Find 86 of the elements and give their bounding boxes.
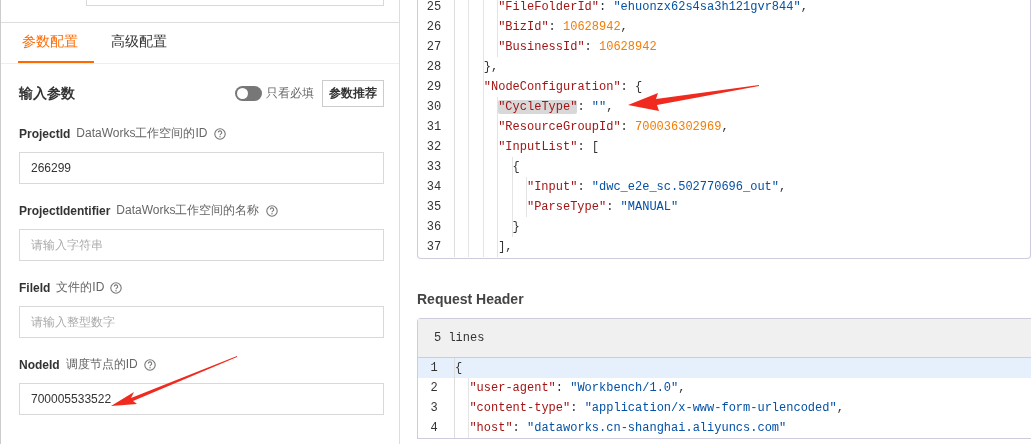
- code-punctuation: :: [599, 0, 608, 14]
- help-icon[interactable]: [265, 204, 278, 217]
- section-title: 输入参数: [19, 84, 75, 103]
- line-number: 28: [425, 60, 443, 74]
- highlighted-code-key: "CycleType": [498, 100, 578, 114]
- code-punctuation: }: [512, 220, 520, 234]
- line-number: 2: [429, 381, 439, 395]
- toggle-switch[interactable]: [235, 86, 262, 101]
- line-number: 31: [425, 120, 443, 134]
- code-punctuation: :: [620, 120, 629, 134]
- code-number: 10628942: [563, 20, 621, 34]
- code-punctuation: },: [483, 60, 499, 74]
- code-number: 700036302969: [635, 120, 722, 134]
- code-string: "": [591, 100, 607, 114]
- code-string: "dataworks.cn-shanghai.aliyuncs.com": [527, 421, 787, 435]
- code-punctuation: ,: [800, 0, 808, 14]
- code-key: "BizId": [498, 20, 549, 34]
- code-string: "ehuonzx62s4sa3h121gvr844": [613, 0, 801, 14]
- code-punctuation: ,: [620, 20, 628, 34]
- line-number: 33: [425, 160, 443, 174]
- code-key: "FileFolderId": [498, 0, 599, 14]
- code-punctuation: ,: [836, 401, 844, 415]
- code-punctuation: : [: [577, 140, 599, 154]
- code-key: "ResourceGroupId": [498, 120, 621, 134]
- code-string: "dwc_e2e_sc.502770696_out": [591, 180, 779, 194]
- code-key: "user-agent": [469, 381, 556, 395]
- code-punctuation: ,: [606, 100, 614, 114]
- code-key: "BusinessId": [498, 40, 585, 54]
- recommend-button[interactable]: 参数推荐: [322, 80, 384, 107]
- code-punctuation: {: [455, 361, 463, 375]
- code-punctuation: ,: [678, 381, 686, 395]
- line-number: 32: [425, 140, 443, 154]
- section-title: Request Header: [417, 291, 525, 307]
- param-name: ProjectId: [19, 126, 71, 141]
- line-number: 36: [425, 220, 443, 234]
- code-punctuation: :: [555, 381, 564, 395]
- code-punctuation: :: [570, 401, 579, 415]
- code-punctuation: :: [577, 180, 586, 194]
- code-key: "Input": [526, 180, 578, 194]
- code-punctuation: :: [606, 200, 615, 214]
- code-punctuation: :: [577, 100, 586, 114]
- code-string: "application/x-www-form-urlencoded": [584, 401, 837, 415]
- code-punctuation: : {: [620, 80, 643, 94]
- code-key: "content-type": [469, 401, 571, 415]
- param-description: 调度节点的ID: [65, 356, 138, 373]
- code-punctuation: ],: [498, 240, 513, 254]
- line-number: 30: [425, 100, 443, 114]
- code-punctuation: :: [512, 421, 521, 435]
- param-name: FileId: [19, 280, 51, 295]
- help-icon[interactable]: [213, 127, 226, 140]
- code-key: "host": [469, 421, 513, 435]
- code-punctuation: ,: [779, 180, 787, 194]
- input-field[interactable]: 请输入整型数字: [19, 306, 384, 338]
- param-description: DataWorks工作空间的名称: [116, 202, 260, 219]
- line-number: 34: [425, 180, 443, 194]
- param-description: 文件的ID: [56, 279, 105, 296]
- code-key: "NodeConfiguration": [483, 80, 621, 94]
- param-name: ProjectIdentifier: [19, 203, 111, 218]
- line-number: 25: [425, 0, 443, 14]
- help-icon[interactable]: [110, 281, 123, 294]
- param-description: DataWorks工作空间的ID: [76, 125, 208, 142]
- code-string: "Workbench/1.0": [570, 381, 679, 395]
- line-count: 5 lines: [434, 331, 485, 345]
- line-number: 35: [425, 200, 443, 214]
- line-number: 4: [429, 421, 439, 435]
- line-number: 1: [429, 361, 439, 375]
- line-number: 3: [429, 401, 439, 415]
- input-field[interactable]: 请输入字符串: [19, 229, 384, 261]
- code-punctuation: ,: [721, 120, 729, 134]
- help-icon[interactable]: [143, 358, 156, 371]
- line-number: 26: [425, 20, 443, 34]
- input-field[interactable]: 700005533522: [19, 383, 384, 415]
- code-string: "MANUAL": [620, 200, 679, 214]
- tab[interactable]: 高级配置: [94, 23, 184, 63]
- code-key: "ParseType": [526, 200, 607, 214]
- param-name: NodeId: [19, 357, 60, 372]
- code-key: "InputList": [498, 140, 578, 154]
- code-punctuation: :: [584, 40, 593, 54]
- code-number: 10628942: [599, 40, 657, 54]
- line-number: 29: [425, 80, 443, 94]
- code-punctuation: :: [548, 20, 557, 34]
- input-field[interactable]: 266299: [19, 152, 384, 184]
- line-number: 37: [425, 240, 443, 254]
- code-punctuation: {: [512, 160, 520, 174]
- line-number: 27: [425, 40, 443, 54]
- toggle-label: 只看必填: [266, 85, 314, 102]
